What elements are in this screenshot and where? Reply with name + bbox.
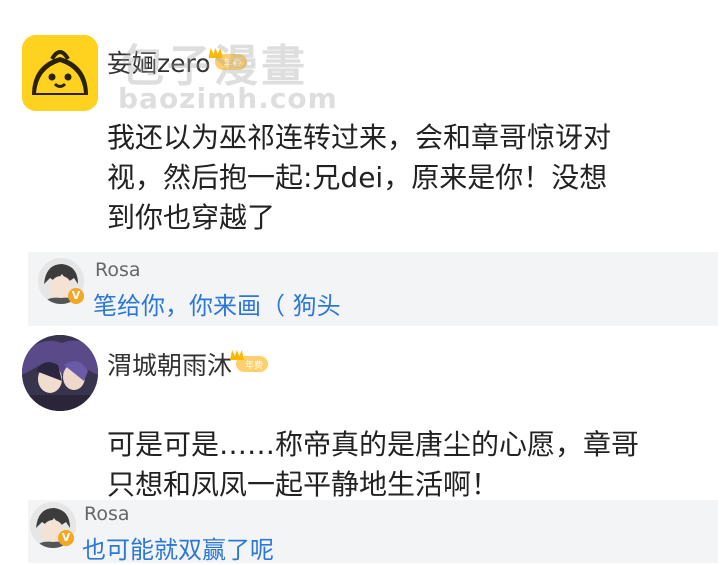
verified-v-icon: V [68,288,84,304]
verified-v-icon: V [58,530,74,546]
reply-text: 也可能就双赢了呢 [82,536,274,564]
user-avatar-bun-icon[interactable] [22,35,98,111]
user-avatar[interactable] [22,335,98,411]
reply-text: 笔给你，你来画（ 狗头 [93,292,341,320]
comment-body: 我还以为巫祁连转过来，会和章哥惊讶对 视，然后抱一起:兄dei，原来是你！没想 … [107,121,612,234]
annual-vip-badge: 年费 [236,356,269,372]
username-text[interactable]: 渭城朝雨沐 [107,351,232,380]
reply-username[interactable]: Rosa [84,503,130,525]
reply-username[interactable]: Rosa [95,259,141,281]
vip-badge-text: 年费 [245,361,264,371]
comment-body: 可是可是……称帝真的是唐尘的心愿，章哥 只想和凤凤一起平静地生活啊！ [107,428,640,501]
comment-username[interactable]: 渭城朝雨沐 年费 [107,346,269,382]
watermark-url: baozimh.com [118,82,338,115]
